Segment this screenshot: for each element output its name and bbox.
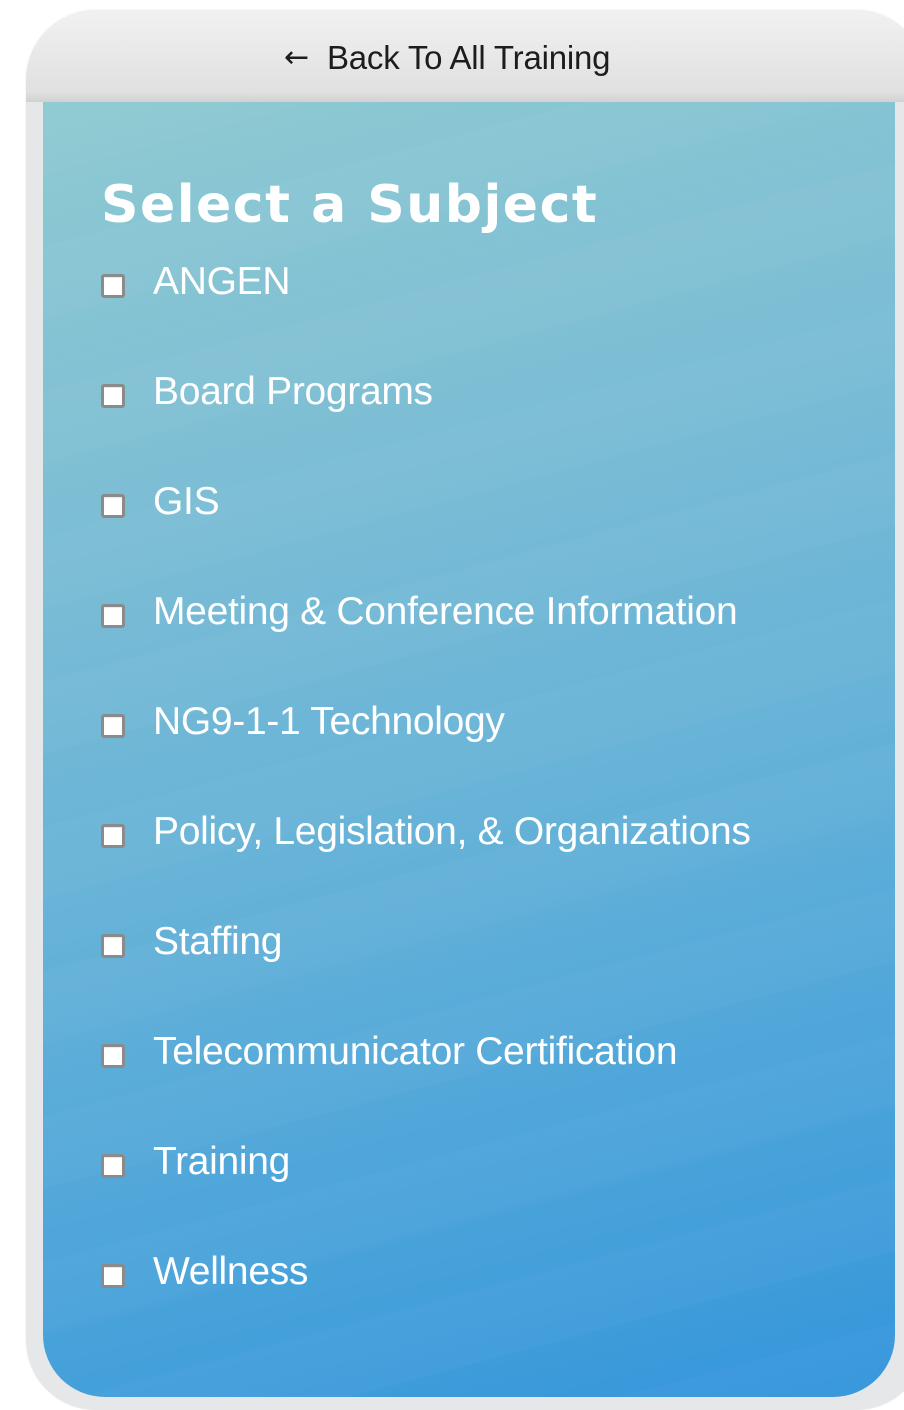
subject-item-wellness[interactable]: Wellness xyxy=(101,1242,751,1352)
back-to-all-training-link[interactable]: ← Back To All Training xyxy=(284,36,611,80)
subject-item-board-programs[interactable]: Board Programs xyxy=(101,362,751,472)
subject-checkbox[interactable] xyxy=(101,1264,125,1288)
subject-item-gis[interactable]: GIS xyxy=(101,472,751,582)
subject-list: ANGEN Board Programs GIS Meeting & Confe… xyxy=(101,252,751,1352)
subject-checkbox[interactable] xyxy=(101,494,125,518)
filter-card: ← Back To All Training Select a Subject … xyxy=(26,10,904,1410)
subject-item-angen[interactable]: ANGEN xyxy=(101,252,751,362)
subject-item-staffing[interactable]: Staffing xyxy=(101,912,751,1022)
subject-checkbox[interactable] xyxy=(101,1044,125,1068)
subject-label: Staffing xyxy=(153,920,283,963)
subject-item-meeting-conference[interactable]: Meeting & Conference Information xyxy=(101,582,751,692)
subject-item-policy-legislation[interactable]: Policy, Legislation, & Organizations xyxy=(101,802,751,912)
subject-checkbox[interactable] xyxy=(101,604,125,628)
left-arrow-icon: ← xyxy=(284,39,309,75)
subject-item-ng911-technology[interactable]: NG9-1-1 Technology xyxy=(101,692,751,802)
subject-checkbox[interactable] xyxy=(101,1154,125,1178)
subject-checkbox[interactable] xyxy=(101,384,125,408)
subject-item-training[interactable]: Training xyxy=(101,1132,751,1242)
subject-label: ANGEN xyxy=(153,260,291,303)
subject-checkbox[interactable] xyxy=(101,274,125,298)
subject-label: Board Programs xyxy=(153,370,433,413)
subject-label: NG9-1-1 Technology xyxy=(153,700,505,743)
panel-title: Select a Subject xyxy=(101,175,599,235)
subject-label: GIS xyxy=(153,480,220,523)
subject-checkbox[interactable] xyxy=(101,824,125,848)
subject-filter-panel: Select a Subject ANGEN Board Programs GI… xyxy=(43,102,895,1397)
subject-label: Wellness xyxy=(153,1250,309,1293)
subject-label: Meeting & Conference Information xyxy=(153,590,738,633)
subject-checkbox[interactable] xyxy=(101,934,125,958)
subject-label: Policy, Legislation, & Organizations xyxy=(153,810,751,853)
card-header: ← Back To All Training xyxy=(26,10,904,102)
subject-checkbox[interactable] xyxy=(101,714,125,738)
subject-item-telecommunicator-certification[interactable]: Telecommunicator Certification xyxy=(101,1022,751,1132)
back-link-label: Back To All Training xyxy=(326,39,611,76)
subject-label: Training xyxy=(153,1140,291,1183)
subject-label: Telecommunicator Certification xyxy=(153,1030,678,1073)
